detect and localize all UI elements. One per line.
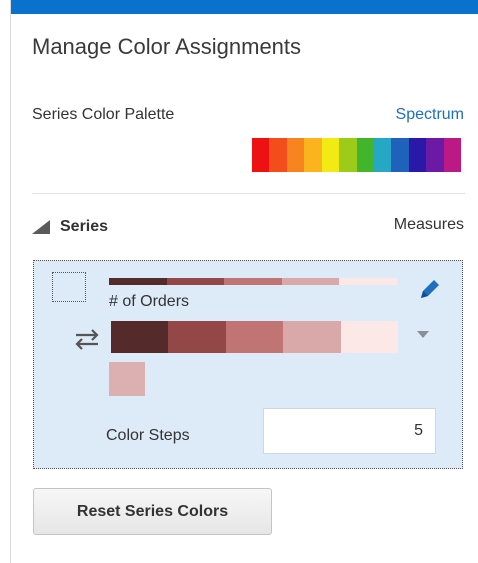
- mini-ramp-swatch: [166, 278, 225, 285]
- palette-color-swatch: [408, 138, 427, 172]
- measure-name: # of Orders: [109, 293, 190, 310]
- series-section-label: Series: [60, 218, 109, 235]
- panel-top-accent-bar: [11, 0, 478, 14]
- selected-color-swatch[interactable]: [109, 362, 145, 396]
- palette-swatch-strip[interactable]: [252, 138, 462, 172]
- chevron-down-icon[interactable]: [417, 331, 429, 338]
- measures-label: Measures: [393, 216, 464, 233]
- palette-color-swatch: [373, 138, 392, 172]
- mini-ramp-swatch: [224, 278, 282, 285]
- series-palette-label: Series Color Palette: [32, 106, 175, 123]
- mini-ramp-swatch: [109, 278, 167, 285]
- mini-ramp-swatch: [339, 278, 397, 285]
- color-steps-input[interactable]: [263, 408, 436, 454]
- pencil-icon[interactable]: [417, 276, 443, 302]
- triangle-collapse-icon: [32, 220, 50, 234]
- ramp-color-swatch[interactable]: [225, 321, 284, 353]
- manage-color-panel: Manage Color Assignments Series Color Pa…: [10, 0, 478, 563]
- palette-color-swatch: [286, 138, 305, 172]
- palette-color-swatch: [356, 138, 374, 172]
- series-select-checkbox[interactable]: [52, 272, 86, 302]
- ramp-color-swatch[interactable]: [168, 321, 226, 353]
- mini-color-ramp: [109, 278, 397, 285]
- section-divider: [32, 193, 465, 194]
- ramp-color-swatch[interactable]: [283, 321, 341, 353]
- palette-color-swatch: [443, 138, 462, 172]
- mini-ramp-swatch: [281, 278, 340, 285]
- series-section-toggle[interactable]: Series: [32, 216, 108, 238]
- swap-arrows-icon[interactable]: [72, 327, 102, 351]
- series-item-card: # of Orders Color Steps: [33, 260, 463, 469]
- palette-color-swatch: [339, 138, 357, 172]
- palette-color-swatch: [269, 138, 287, 172]
- ramp-color-swatch[interactable]: [111, 321, 169, 353]
- palette-color-swatch: [304, 138, 322, 172]
- color-ramp-selector[interactable]: [111, 321, 399, 353]
- color-steps-label: Color Steps: [106, 427, 190, 444]
- palette-color-swatch: [426, 138, 444, 172]
- reset-series-colors-button[interactable]: Reset Series Colors: [33, 488, 272, 535]
- palette-color-swatch: [252, 138, 270, 172]
- palette-name-link[interactable]: Spectrum: [396, 106, 464, 124]
- panel-title: Manage Color Assignments: [32, 34, 302, 59]
- ramp-color-swatch[interactable]: [340, 321, 399, 353]
- palette-color-swatch: [391, 138, 409, 172]
- palette-color-swatch: [321, 138, 340, 172]
